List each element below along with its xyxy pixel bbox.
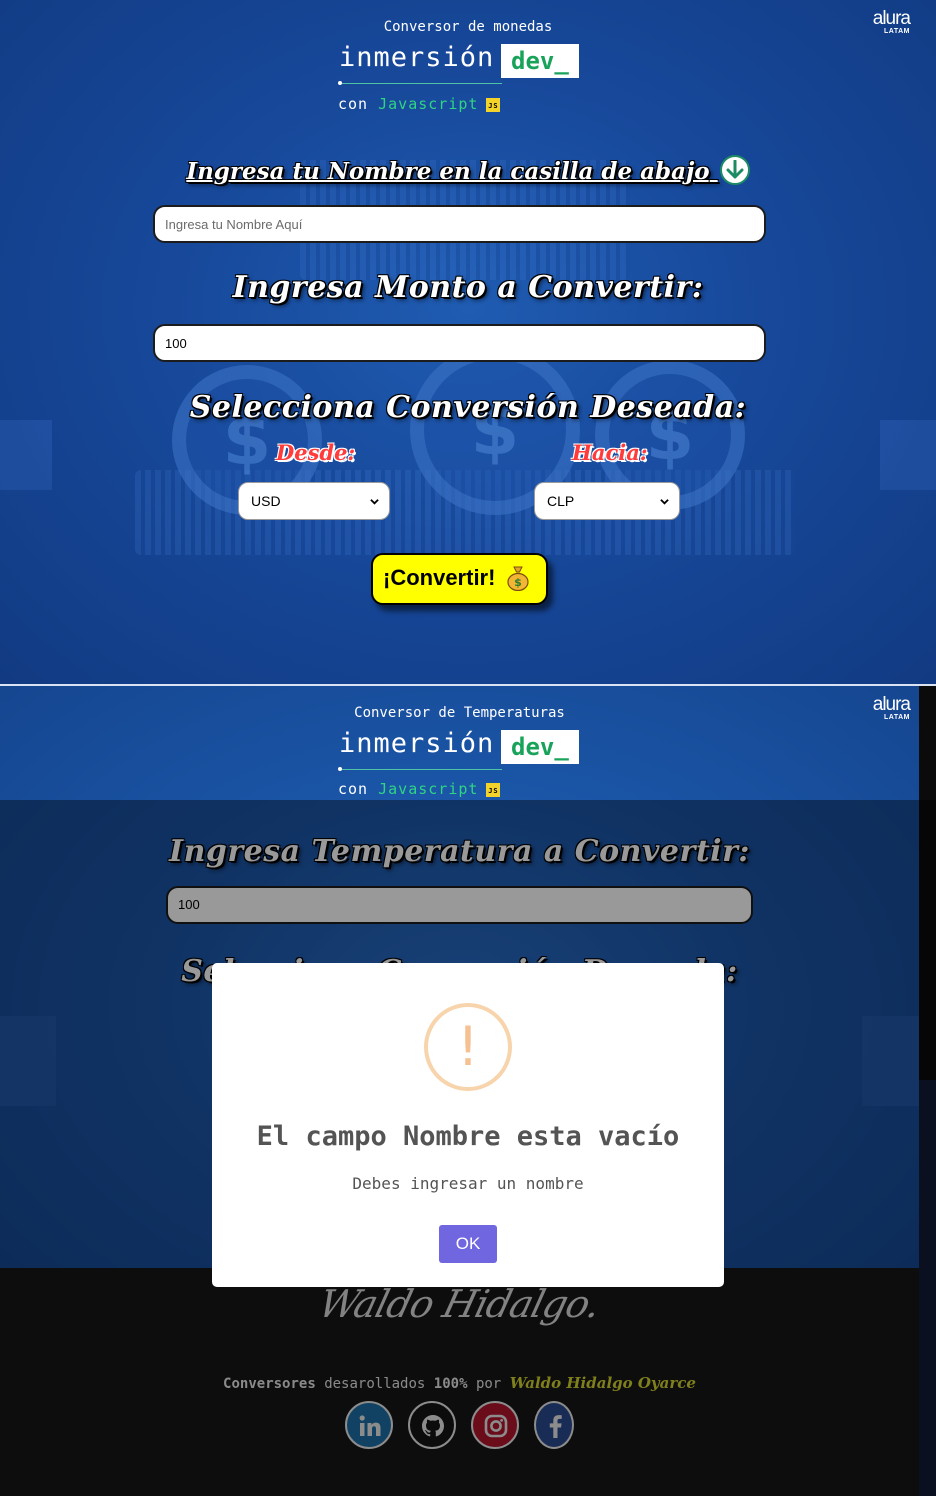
- bg-coin-stack: [135, 470, 795, 555]
- alura-logo-sub: LATAM: [884, 714, 910, 721]
- page-title: Conversor de monedas: [383, 19, 553, 35]
- ok-button[interactable]: OK: [439, 1225, 497, 1263]
- logo-subtitle: con Javascript JS: [338, 780, 501, 798]
- logo-inmersion: inmersión: [339, 42, 495, 73]
- alura-logo[interactable]: alura LATAM: [862, 8, 911, 36]
- convert-button-label: ¡Convertir!: [383, 565, 496, 591]
- conversion-heading: Selecciona Conversión Deseada:: [189, 390, 747, 425]
- svg-text:$: $: [514, 576, 522, 589]
- from-currency-select[interactable]: USD: [238, 482, 390, 520]
- logo-line: [342, 769, 502, 770]
- currency-converter-section: $ $ $ Conversor de monedas inmersión dev…: [0, 0, 936, 686]
- dialog-message: Debes ingresar un nombre: [352, 1174, 584, 1193]
- logo-con-text: con: [338, 95, 369, 113]
- page-title: Conversor de Temperaturas: [354, 705, 565, 721]
- amount-heading: Ingresa Monto a Convertir:: [232, 270, 704, 305]
- alert-dialog: ! El campo Nombre esta vacío Debes ingre…: [212, 963, 724, 1287]
- from-label: Desde:: [276, 440, 356, 465]
- alura-logo[interactable]: alura LATAM: [862, 694, 911, 722]
- alura-logo-sub: LATAM: [884, 28, 910, 35]
- from-currency-value: USD: [251, 493, 281, 509]
- to-currency-select[interactable]: CLP: [534, 482, 680, 520]
- logo-dev: dev_: [501, 44, 579, 78]
- warning-icon-glyph: !: [457, 1015, 479, 1078]
- logo-dev: dev_: [501, 730, 579, 764]
- js-badge-icon: JS: [486, 97, 501, 112]
- to-currency-value: CLP: [547, 493, 575, 509]
- bg-panel-right: [880, 420, 936, 490]
- chevron-down-icon: [370, 499, 379, 505]
- logo-javascript-text: Javascript: [378, 780, 479, 798]
- logo-subtitle: con Javascript JS: [338, 95, 501, 113]
- amount-input[interactable]: [153, 324, 766, 362]
- name-heading: Ingresa tu Nombre en la casilla de abajo: [0, 155, 936, 188]
- chevron-down-icon: [660, 499, 669, 505]
- logo-inmersion: inmersión: [339, 728, 495, 759]
- name-input[interactable]: [153, 205, 766, 243]
- logo-con-text: con: [338, 780, 369, 798]
- dialog-title: El campo Nombre esta vacío: [256, 1121, 680, 1152]
- alura-logo-text: alura: [872, 8, 911, 29]
- arrow-down-icon: [719, 155, 750, 185]
- convert-button[interactable]: ¡Convertir! $: [371, 553, 548, 605]
- to-label: Hacia:: [572, 440, 648, 465]
- js-badge-icon: JS: [486, 782, 501, 797]
- name-heading-text: Ingresa tu Nombre en la casilla de abajo: [186, 158, 710, 185]
- money-bag-icon: $: [506, 565, 530, 591]
- logo-line: [342, 83, 502, 84]
- alura-logo-text: alura: [872, 694, 911, 715]
- logo-javascript-text: Javascript: [378, 95, 479, 113]
- bg-panel-left: [0, 420, 52, 490]
- warning-icon: !: [424, 1003, 512, 1091]
